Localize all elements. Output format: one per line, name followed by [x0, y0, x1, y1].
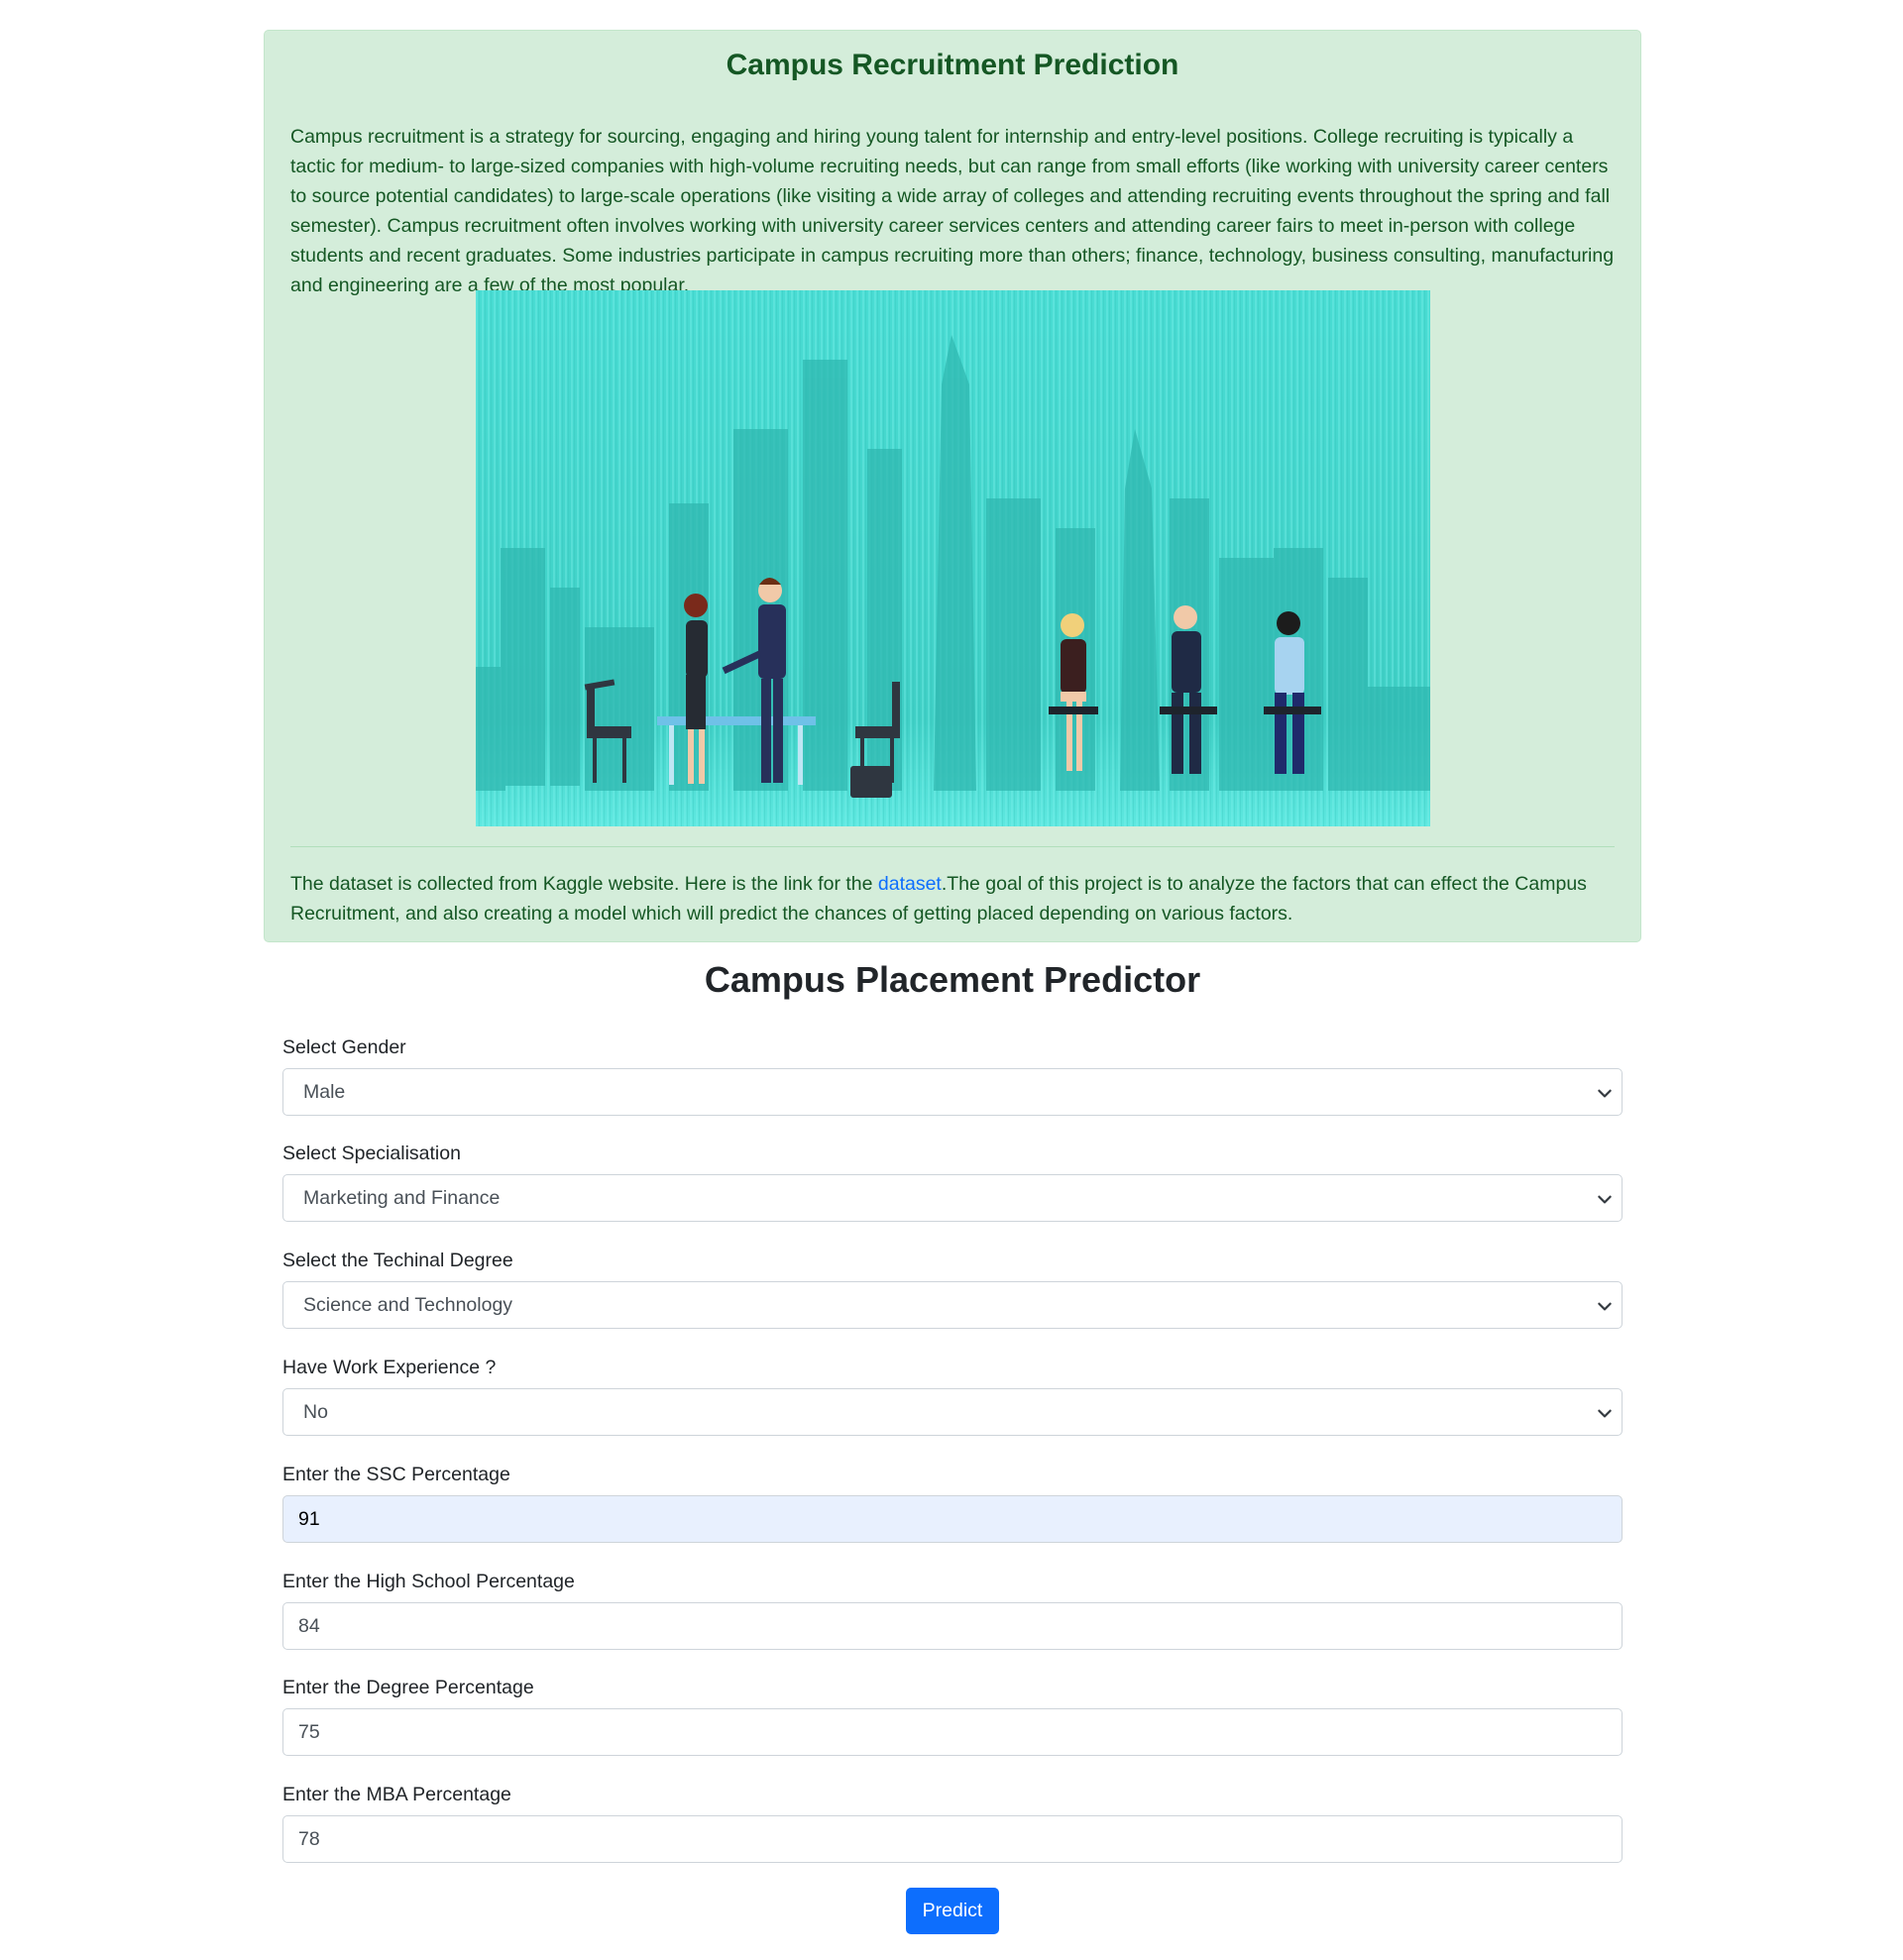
ssc-value: 91	[298, 1507, 320, 1530]
specialisation-select[interactable]: Marketing and Finance	[282, 1174, 1623, 1222]
chevron-down-icon	[1598, 1089, 1612, 1098]
work-experience-label: Have Work Experience ?	[282, 1357, 497, 1378]
gender-group: Select Gender Male	[282, 1033, 1623, 1116]
high-school-group: Enter the High School Percentage 84	[282, 1567, 1623, 1650]
specialisation-selected-value: Marketing and Finance	[303, 1186, 501, 1209]
work-experience-select[interactable]: No	[282, 1388, 1623, 1436]
high-school-input[interactable]: 84	[282, 1602, 1623, 1650]
ssc-label: Enter the SSC Percentage	[282, 1464, 510, 1485]
ssc-group: Enter the SSC Percentage 91	[282, 1460, 1623, 1543]
form-title: Campus Placement Predictor	[704, 959, 1201, 1000]
mba-value: 78	[298, 1827, 320, 1850]
page-title: Campus Recruitment Prediction	[726, 49, 1179, 81]
high-school-value: 84	[298, 1614, 320, 1637]
degree-value: 75	[298, 1720, 320, 1743]
degree-input[interactable]: 75	[282, 1708, 1623, 1756]
intro-card: Campus Recruitment Prediction Campus rec…	[264, 30, 1641, 942]
degree-type-label: Select the Techinal Degree	[282, 1250, 513, 1271]
chevron-down-icon	[1598, 1302, 1612, 1311]
gender-label: Select Gender	[282, 1036, 406, 1058]
gender-select[interactable]: Male	[282, 1068, 1623, 1116]
recruitment-illustration	[476, 290, 1430, 826]
page: Campus Recruitment Prediction Campus rec…	[0, 0, 1903, 1960]
card-divider	[290, 846, 1615, 847]
degree-type-group: Select the Techinal Degree Science and T…	[282, 1246, 1623, 1329]
degree-type-selected-value: Science and Technology	[303, 1293, 513, 1316]
high-school-label: Enter the High School Percentage	[282, 1571, 575, 1592]
mba-input[interactable]: 78	[282, 1815, 1623, 1863]
gender-selected-value: Male	[303, 1080, 346, 1103]
specialisation-label: Select Specialisation	[282, 1143, 461, 1164]
chevron-down-icon	[1598, 1195, 1612, 1204]
chevron-down-icon	[1598, 1409, 1612, 1418]
degree-label: Enter the Degree Percentage	[282, 1677, 534, 1698]
degree-type-select[interactable]: Science and Technology	[282, 1281, 1623, 1329]
footer-text: The dataset is collected from Kaggle web…	[290, 873, 878, 895]
predict-button[interactable]: Predict	[906, 1888, 999, 1934]
work-experience-group: Have Work Experience ? No	[282, 1353, 1623, 1436]
mba-label: Enter the MBA Percentage	[282, 1784, 511, 1805]
intro-footer: The dataset is collected from Kaggle web…	[290, 869, 1621, 928]
degree-group: Enter the Degree Percentage 75	[282, 1673, 1623, 1756]
intro-description: Campus recruitment is a strategy for sou…	[290, 126, 1615, 296]
mba-group: Enter the MBA Percentage 78	[282, 1780, 1623, 1863]
dataset-link[interactable]: dataset	[878, 873, 942, 895]
work-experience-selected-value: No	[303, 1400, 328, 1423]
ssc-input[interactable]: 91	[282, 1495, 1623, 1543]
specialisation-group: Select Specialisation Marketing and Fina…	[282, 1139, 1623, 1222]
